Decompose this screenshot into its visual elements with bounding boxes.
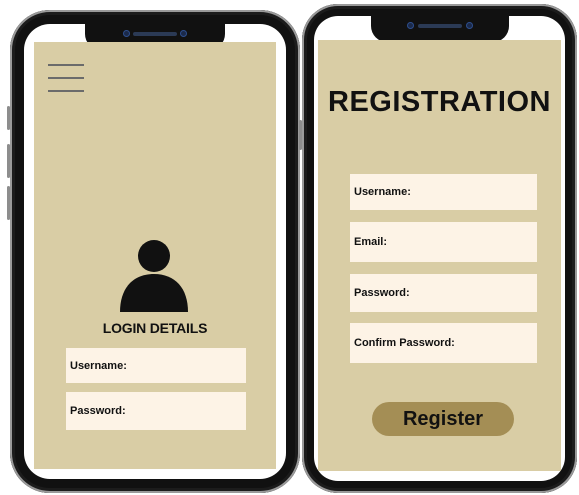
registration-title: REGISTRATION <box>328 86 551 118</box>
login-panel: LOGIN DETAILS Username: Password: <box>34 42 276 469</box>
registration-panel: REGISTRATION Username: Email: Password: … <box>318 40 561 471</box>
login-phone-mockup: LOGIN DETAILS Username: Password: <box>7 10 300 493</box>
phone-notch <box>370 16 509 42</box>
phone-volume-up-button <box>7 144 10 178</box>
email-label: Email: <box>354 236 388 248</box>
hamburger-menu-icon[interactable] <box>48 64 84 92</box>
phone-mute-switch <box>7 106 10 130</box>
confirm-password-label: Confirm Password: <box>354 337 455 349</box>
sensor-icon <box>465 22 473 29</box>
registration-phone-mockup: REGISTRATION Username: Email: Password: … <box>299 4 577 493</box>
registration-password-field[interactable]: Password: <box>350 274 537 312</box>
password-label: Password: <box>70 405 126 417</box>
sensor-icon <box>180 30 187 37</box>
camera-icon <box>406 22 414 29</box>
speaker-grille <box>417 24 462 28</box>
registration-screen: REGISTRATION Username: Email: Password: … <box>314 16 565 481</box>
speaker-grille <box>133 32 177 36</box>
login-password-field[interactable]: Password: <box>66 392 246 430</box>
login-title: LOGIN DETAILS <box>102 320 208 336</box>
password-label: Password: <box>354 287 410 299</box>
phone-volume-down-button <box>7 186 10 220</box>
username-label: Username: <box>70 359 127 372</box>
user-profile-icon <box>120 240 188 312</box>
login-screen: LOGIN DETAILS Username: Password: <box>24 24 286 479</box>
registration-email-field[interactable]: Email: <box>350 222 537 262</box>
registration-username-field[interactable]: Username: <box>350 174 537 210</box>
username-label: Username: <box>354 186 411 198</box>
register-button[interactable]: Register <box>372 402 514 436</box>
phone-volume-button <box>299 120 302 150</box>
camera-icon <box>123 30 130 37</box>
registration-confirm-password-field[interactable]: Confirm Password: <box>350 323 537 363</box>
login-username-field[interactable]: Username: <box>66 348 246 383</box>
